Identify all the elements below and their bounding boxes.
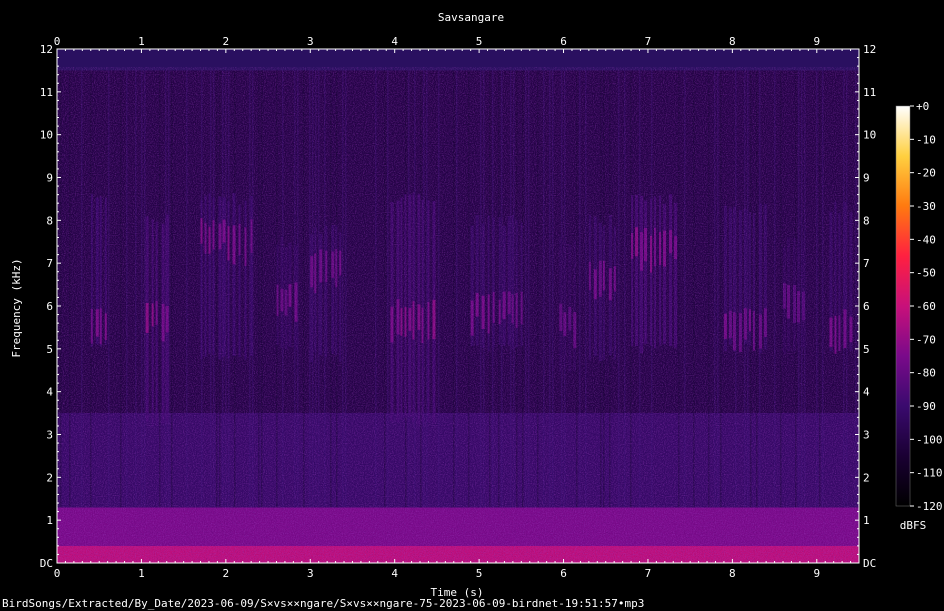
colorbar-tick-label: +0 [916, 100, 929, 113]
y-tick-label: 7 [863, 257, 870, 270]
y-tick-label: DC [40, 557, 53, 570]
colorbar-label: dBFS [900, 519, 927, 532]
x-tick-label: 9 [813, 567, 820, 580]
x-tick-label: 5 [476, 35, 483, 48]
x-tick-label: 6 [560, 567, 567, 580]
x-tick-label: 8 [729, 35, 736, 48]
y-tick-label: 2 [46, 471, 53, 484]
colorbar-tick-label: -40 [916, 233, 936, 246]
y-tick-label: 8 [46, 214, 53, 227]
x-tick-label: 2 [223, 567, 230, 580]
x-tick-label: 1 [138, 567, 145, 580]
y-tick-label: 3 [863, 429, 870, 442]
x-tick-label: 6 [560, 35, 567, 48]
y-tick-label: 12 [863, 43, 876, 56]
colorbar-tick-label: -110 [916, 467, 943, 480]
y-tick-label: DC [863, 557, 876, 570]
colorbar-tick-label: -60 [916, 300, 936, 313]
file-path-caption: BirdSongs/Extracted/By_Date/2023-06-09/S… [2, 597, 645, 610]
colorbar-tick-label: -10 [916, 133, 936, 146]
x-tick-label: 8 [729, 567, 736, 580]
colorbar-tick-label: -100 [916, 433, 943, 446]
x-tick-label: 4 [391, 567, 398, 580]
y-tick-label: 7 [46, 257, 53, 270]
x-tick-label: 0 [54, 567, 61, 580]
colorbar-strip [896, 106, 910, 506]
colorbar-tick-label: -20 [916, 167, 936, 180]
x-tick-label: 5 [476, 567, 483, 580]
y-tick-label: 5 [863, 343, 870, 356]
colorbar-tick-label: -90 [916, 400, 936, 413]
y-tick-label: 11 [40, 86, 53, 99]
y-tick-label: 6 [863, 300, 870, 313]
plot-area [57, 49, 859, 563]
y-tick-label: 1 [46, 514, 53, 527]
x-tick-label: 3 [307, 35, 314, 48]
y-tick-label: 3 [46, 429, 53, 442]
x-tick-label: 3 [307, 567, 314, 580]
chart-title: Savsangare [438, 11, 504, 24]
y-tick-label: 10 [40, 129, 53, 142]
y-tick-label: 2 [863, 471, 870, 484]
x-tick-label: 1 [138, 35, 145, 48]
y-tick-label: 8 [863, 214, 870, 227]
x-tick-label: 7 [645, 35, 652, 48]
colorbar-tick-label: -50 [916, 267, 936, 280]
colorbar-ticks: +0 -10 -20 -30 -40 -50 -60 -70 -80 -90 -100 -110 -12… [910, 100, 943, 513]
y-tick-label: 4 [863, 386, 870, 399]
y-tick-label: 5 [46, 343, 53, 356]
y-tick-label: 10 [863, 129, 876, 142]
spectrogram-chart: Savsangare 0123456789 0123456789 DC12345… [10, 11, 943, 599]
x-tick-label: 7 [645, 567, 652, 580]
x-tick-label: 2 [223, 35, 230, 48]
colorbar-tick-label: -30 [916, 200, 936, 213]
y-tick-label: 1 [863, 514, 870, 527]
x-tick-label: 0 [54, 35, 61, 48]
colorbar-tick-label: -120 [916, 500, 943, 513]
y-axis-label: Frequency (kHz) [10, 258, 23, 357]
y-tick-label: 6 [46, 300, 53, 313]
y-tick-label: 9 [863, 172, 870, 185]
y-tick-label: 12 [40, 43, 53, 56]
x-tick-label: 4 [391, 35, 398, 48]
colorbar-tick-label: -80 [916, 367, 936, 380]
dark-speckle [57, 67, 859, 563]
y-tick-label: 9 [46, 172, 53, 185]
colorbar-tick-label: -70 [916, 333, 936, 346]
y-tick-label: 4 [46, 386, 53, 399]
colorbar: +0 -10 -20 -30 -40 -50 -60 -70 -80 -90 -100 -110 -12… [895, 100, 943, 532]
x-tick-label: 9 [813, 35, 820, 48]
y-tick-label: 11 [863, 86, 876, 99]
